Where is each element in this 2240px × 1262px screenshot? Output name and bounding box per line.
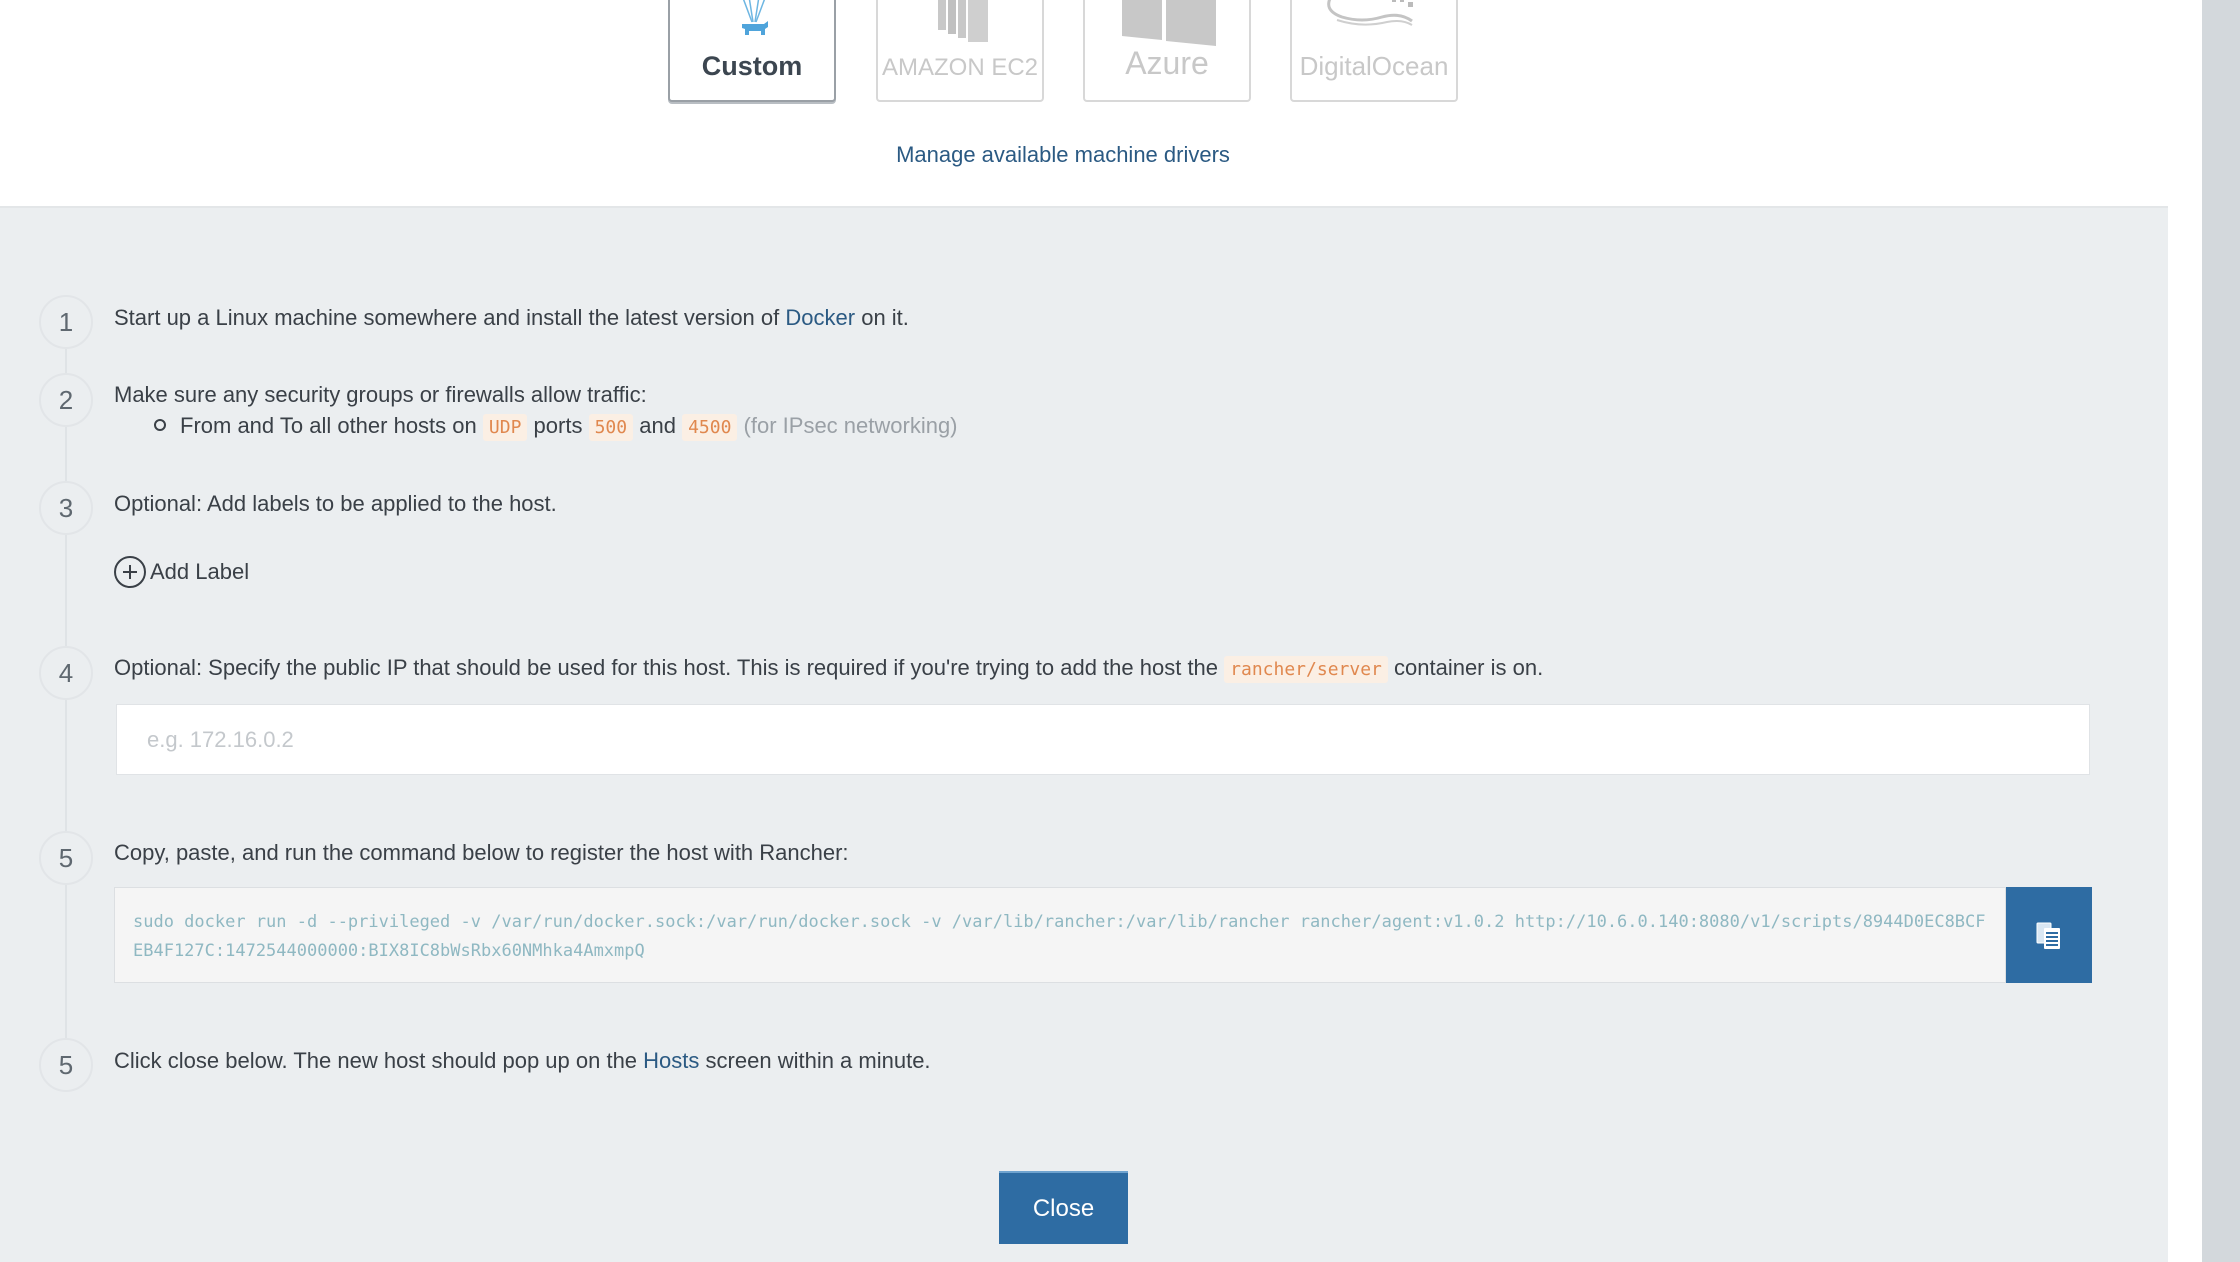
driver-custom[interactable]: Custom: [668, 0, 836, 102]
add-label-text: Add Label: [150, 559, 250, 584]
step-6-number: 5: [39, 1038, 93, 1092]
digitalocean-wave-icon: [1327, 0, 1413, 26]
scrollbar-track[interactable]: [2202, 0, 2240, 1262]
step-2-text: Make sure any security groups or firewal…: [114, 382, 647, 407]
public-ip-input[interactable]: [116, 704, 2090, 775]
bullet-text-b: ports: [533, 413, 583, 438]
windows-icon: [1122, 0, 1216, 46]
step-5-text: Copy, paste, and run the command below t…: [114, 840, 849, 865]
add-circle-icon: [114, 556, 146, 588]
port-4500-code: 4500: [682, 414, 738, 441]
step-4-text-after: container is on.: [1394, 655, 1544, 680]
driver-custom-label: Custom: [701, 51, 803, 81]
step-1-text-after: on it.: [861, 305, 909, 330]
step-6-text-after: screen within a minute.: [705, 1048, 931, 1073]
add-label-button[interactable]: Add Label: [114, 556, 249, 588]
bullet-icon: [154, 419, 166, 432]
bullet-text-c: and: [639, 413, 676, 438]
step-6-text-before: Click close below. The new host should p…: [114, 1048, 638, 1073]
amazon-ec2-icon: [938, 0, 988, 42]
driver-digitalocean[interactable]: DigitalOcean: [1290, 0, 1458, 102]
driver-azure-label: Azure: [1125, 45, 1209, 81]
registration-command[interactable]: sudo docker run -d --privileged -v /var/…: [114, 887, 2006, 983]
step-3-text: Optional: Add labels to be applied to th…: [114, 491, 557, 516]
driver-digitalocean-label: DigitalOcean: [1299, 51, 1449, 81]
clipboard-icon: [2036, 922, 2060, 949]
driver-selection-area: Custom AMAZON EC2 Azure DigitalOcean Man…: [0, 0, 2168, 206]
page-gutter: [2168, 0, 2202, 1262]
close-button[interactable]: Close: [999, 1171, 1128, 1244]
step-1-text: Start up a Linux machine somewhere and i…: [114, 305, 909, 331]
step-4-text: Optional: Specify the public IP that sho…: [114, 655, 1544, 683]
port-500-code: 500: [588, 414, 634, 441]
step-4-number: 4: [39, 646, 93, 700]
step-5-number: 5: [39, 831, 93, 885]
step-4-text-before: Optional: Specify the public IP that sho…: [114, 655, 1219, 680]
hosts-link[interactable]: Hosts: [643, 1048, 699, 1073]
driver-amazon-ec2[interactable]: AMAZON EC2: [876, 0, 1044, 102]
docker-link[interactable]: Docker: [785, 305, 855, 330]
copy-to-clipboard-button[interactable]: [2006, 887, 2092, 983]
driver-amazon-ec2-label: AMAZON EC2: [881, 54, 1039, 81]
rancher-server-code: rancher/server: [1224, 656, 1388, 683]
step-2-number: 2: [39, 373, 93, 427]
protocol-code: UDP: [482, 414, 528, 441]
driver-azure[interactable]: Azure: [1083, 0, 1251, 102]
ipsec-note: (for IPsec networking): [743, 413, 958, 438]
step-3-number: 3: [39, 481, 93, 535]
step-2-bullet: From and To all other hosts on UDP ports…: [154, 413, 958, 441]
step-1-number: 1: [39, 295, 93, 349]
bullet-text-a: From and To all other hosts on: [180, 413, 477, 438]
step-6-text: Click close below. The new host should p…: [114, 1048, 931, 1074]
manage-machine-drivers-link[interactable]: Manage available machine drivers: [0, 142, 2126, 168]
step-1-text-before: Start up a Linux machine somewhere and i…: [114, 305, 780, 330]
rancher-balloon-icon: [742, 0, 768, 35]
